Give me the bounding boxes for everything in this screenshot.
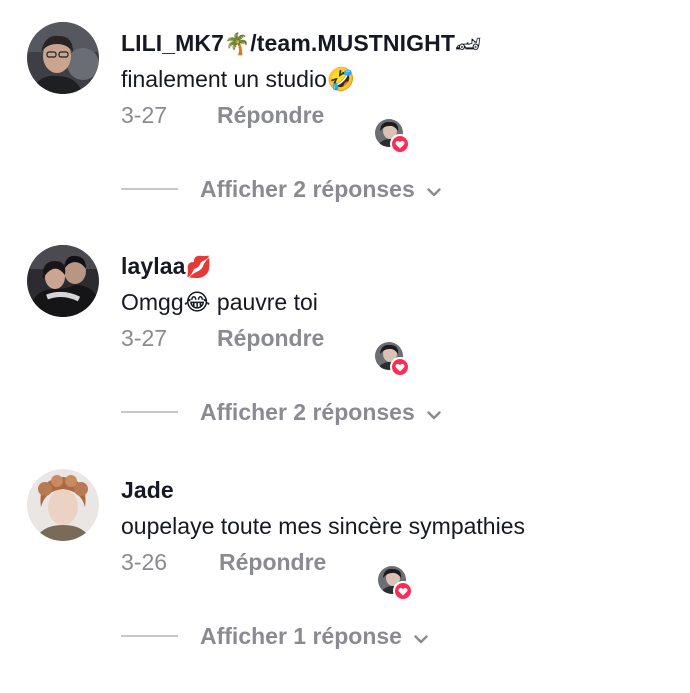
palm-tree-emoji-icon: 🌴 <box>224 33 251 56</box>
couple-photo-avatar-icon <box>27 245 99 317</box>
reply-button[interactable]: Répondre <box>217 102 324 128</box>
divider-line <box>121 411 178 413</box>
creator-liked-badge <box>375 342 410 378</box>
kiss-lips-emoji-icon: 💋 <box>185 256 212 279</box>
avatar[interactable] <box>27 22 99 94</box>
comment-date: 3-26 <box>121 549 168 575</box>
view-replies-button[interactable]: Afficher 2 réponses <box>121 397 441 427</box>
creator-liked-badge <box>378 566 413 602</box>
view-replies-button[interactable]: Afficher 2 réponses <box>121 174 441 204</box>
heart-icon <box>390 134 410 154</box>
creator-liked-badge <box>375 119 410 155</box>
comment-item: Jade oupelaye toute mes sincère sympathi… <box>0 469 690 693</box>
comment-meta: 3-27 Répondre <box>121 325 324 352</box>
username[interactable]: Jade <box>121 477 174 504</box>
race-car-emoji-icon: 🏎 <box>454 33 482 56</box>
chevron-down-icon <box>414 623 428 650</box>
divider-line <box>121 635 178 637</box>
comment-meta: 3-26 Répondre <box>121 549 326 576</box>
comment-date: 3-27 <box>121 325 168 351</box>
reply-button[interactable]: Répondre <box>217 325 324 351</box>
avatar[interactable] <box>27 245 99 317</box>
comment-text: finalement un studio🤣 <box>121 66 356 92</box>
comment-text: oupelaye toute mes sincère sympathies <box>121 513 525 539</box>
avatar[interactable] <box>27 469 99 541</box>
person-photo-avatar-icon <box>27 469 99 541</box>
view-replies-label: Afficher 2 réponses <box>200 175 415 202</box>
username[interactable]: LILI_MK7🌴/team.MUSTNIGHT🏎 <box>121 30 482 57</box>
heart-icon <box>390 357 410 377</box>
comment-text: Omgg😂 pauvre toi <box>121 289 318 315</box>
comment-date: 3-27 <box>121 102 168 128</box>
view-replies-label: Afficher 2 réponses <box>200 398 415 425</box>
heart-icon <box>393 581 413 601</box>
divider-line <box>121 188 178 190</box>
comment-item: laylaa💋 Omgg😂 pauvre toi 3-27 Répondre Af… <box>0 245 690 469</box>
username[interactable]: laylaa💋 <box>121 253 212 280</box>
reply-button[interactable]: Répondre <box>219 549 326 575</box>
view-replies-button[interactable]: Afficher 1 réponse <box>121 621 428 651</box>
comment-meta: 3-27 Répondre <box>121 102 324 129</box>
comment-item: LILI_MK7🌴/team.MUSTNIGHT🏎 finalement un … <box>0 22 690 246</box>
chevron-down-icon <box>427 176 441 203</box>
chevron-down-icon <box>427 399 441 426</box>
person-photo-avatar-icon <box>27 22 99 94</box>
view-replies-label: Afficher 1 réponse <box>200 622 402 649</box>
